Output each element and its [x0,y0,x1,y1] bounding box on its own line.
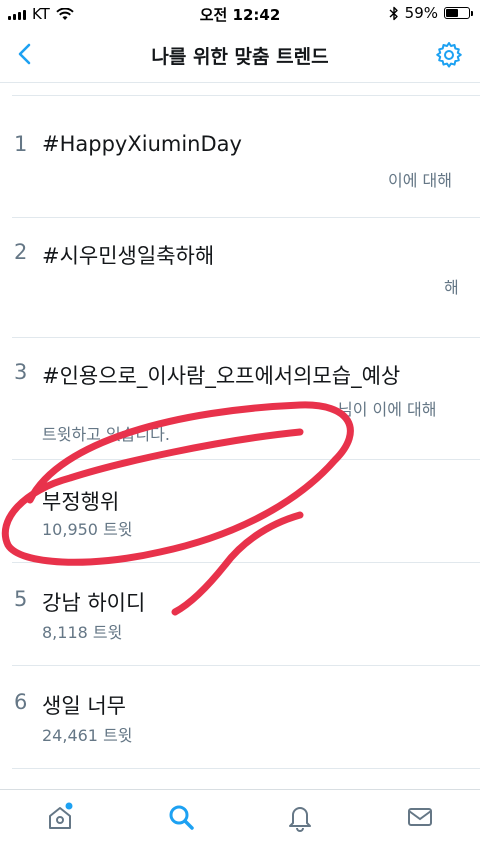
trend-name: #HappyXiuminDay [42,132,242,156]
status-right: 59% [389,4,473,22]
bluetooth-icon [389,6,398,20]
tab-notifications[interactable] [280,802,320,842]
trend-name: #인용으로_이사람_오프에서의모습_예상 [42,364,401,388]
trend-rank: 2 [14,240,28,264]
trend-description-cont: 트윗하고 있습니다. [42,425,170,444]
bell-icon [289,807,311,832]
tab-search[interactable] [161,802,201,842]
tweet-count: 10,950 트윗 [42,520,133,539]
trend-description: 해 [444,278,459,297]
trend-rank: 5 [14,587,28,611]
list-top-divider [12,83,480,96]
trend-description: 이에 대해 [388,171,452,190]
trend-name: 생일 너무 [42,694,126,718]
tab-home[interactable] [40,802,80,842]
status-bar: KT 오전 12:42 59% [0,0,480,28]
search-icon [169,805,194,830]
battery-fill [446,9,458,17]
page-title: 나를 위한 맞춤 트렌드 [151,46,329,68]
trend-rank: 3 [14,360,28,384]
tab-bar [0,789,480,854]
trend-row-4[interactable]: 4 부정행위 10,950 트윗 [12,460,480,563]
trend-row-3[interactable]: 3 #인용으로_이사람_오프에서의모습_예상 님이 이에 대해 트윗하고 있습니… [12,338,480,460]
tweet-count: 24,461 트윗 [42,726,133,745]
nav-bar: 나를 위한 맞춤 트렌드 [0,28,480,83]
trend-description: 님이 이에 대해 [338,400,437,419]
gear-icon [436,42,462,68]
trend-name: #시우민생일축하해 [42,244,215,268]
trend-row-6[interactable]: 6 생일 너무 24,461 트윗 [12,666,480,769]
tab-messages[interactable] [400,802,440,842]
trend-row-2[interactable]: 2 #시우민생일축하해 해 [12,218,480,338]
battery-icon [444,7,473,19]
trend-rank: 1 [14,132,28,156]
trend-list: 1 #HappyXiuminDay 이에 대해 2 #시우민생일축하해 해 3 … [0,83,480,769]
home-icon [49,802,73,829]
mail-icon [408,808,432,826]
settings-button[interactable] [434,40,464,70]
trend-name: 강남 하이디 [42,591,146,615]
trend-rank: 4 [14,486,28,510]
trend-row-1[interactable]: 1 #HappyXiuminDay 이에 대해 [12,96,480,218]
trend-row-5[interactable]: 5 강남 하이디 8,118 트윗 [12,563,480,666]
battery-percent: 59% [404,4,438,22]
trend-rank: 6 [14,690,28,714]
trend-name: 부정행위 [42,490,120,514]
tweet-count: 8,118 트윗 [42,623,123,642]
